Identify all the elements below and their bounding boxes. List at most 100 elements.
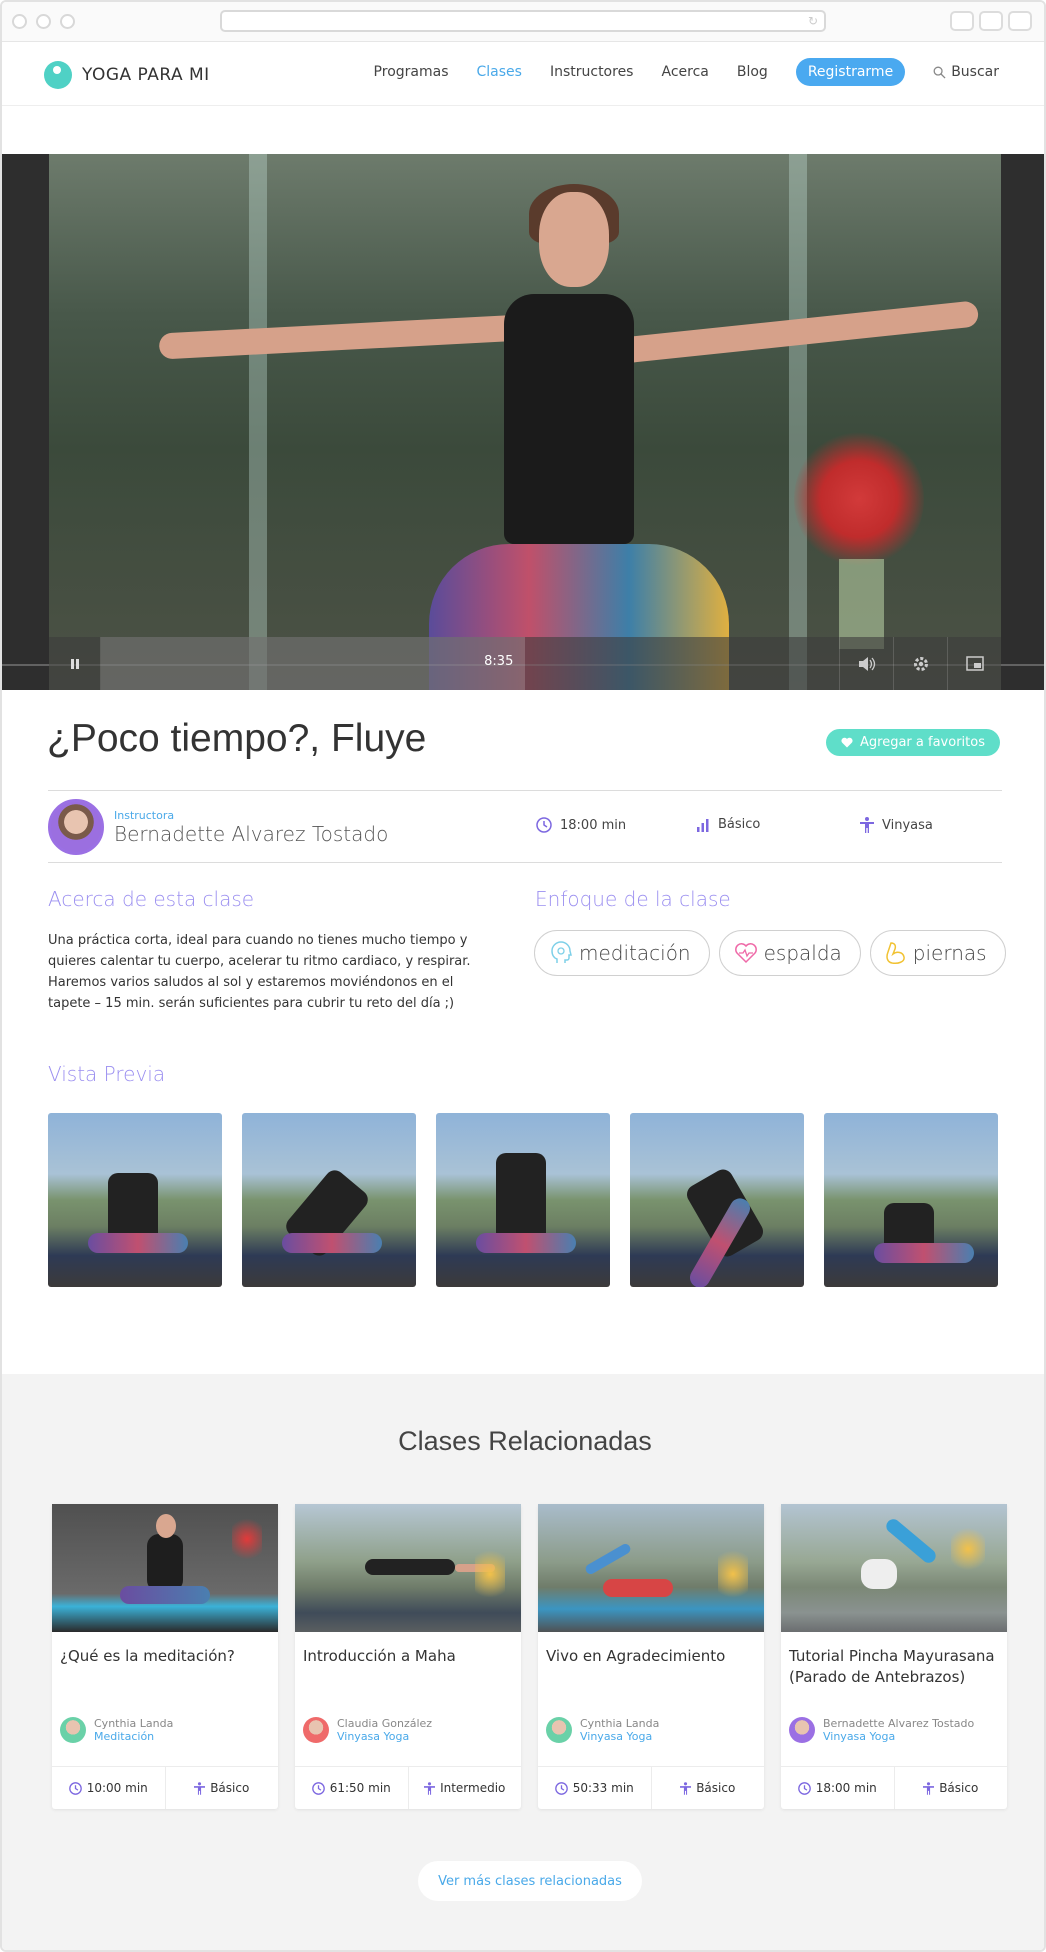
card-figure (603, 1579, 673, 1597)
card-style[interactable]: Vinyasa Yoga (580, 1730, 659, 1743)
video-time: 8:35 (484, 654, 514, 669)
video-scene (249, 154, 267, 690)
gear-icon (913, 656, 928, 671)
card-instructor-name: Cynthia Landa (94, 1717, 174, 1730)
instructor-name[interactable]: Bernadette Alvarez Tostado (114, 822, 388, 846)
add-favorite-button[interactable]: Agregar a favoritos (826, 729, 1000, 756)
register-button[interactable]: Registrarme (795, 58, 906, 86)
url-bar[interactable]: ↻ (220, 10, 826, 32)
preview-heading: Vista Previa (48, 1062, 166, 1086)
about-text: Una práctica corta, ideal para cuando no… (48, 933, 471, 1011)
related-card[interactable]: Tutorial Pincha Mayurasana (Parado de An… (781, 1504, 1007, 1809)
yoga-figure-icon (860, 817, 874, 833)
preview-thumbnail[interactable] (48, 1113, 222, 1287)
card-flowers (951, 1524, 985, 1574)
logo-icon (44, 61, 72, 89)
instructor-block[interactable]: Instructora Bernadette Alvarez Tostado (48, 799, 388, 855)
yoga-figure-icon (194, 1781, 206, 1795)
card-level-value: Básico (210, 1781, 250, 1795)
card-style[interactable]: Vinyasa Yoga (823, 1730, 974, 1743)
card-level-value: Básico (939, 1781, 979, 1795)
focus-tag-piernas[interactable]: piernas (869, 930, 1006, 976)
avatar (303, 1717, 329, 1743)
card-title[interactable]: Tutorial Pincha Mayurasana (Parado de An… (789, 1646, 999, 1688)
card-duration: 18:00 min (781, 1767, 895, 1809)
focus-heading: Enfoque de la clase (535, 887, 731, 911)
card-footer: 18:00 min Básico (781, 1766, 1007, 1809)
video-progress[interactable]: 8:35 (101, 637, 526, 690)
card-level: Intermedio (409, 1767, 522, 1809)
pause-button[interactable] (49, 637, 101, 690)
heart-pulse-icon (734, 943, 757, 964)
card-instructor: Cynthia Landa Vinyasa Yoga (546, 1717, 659, 1743)
level-bars-icon (697, 818, 709, 832)
fullscreen-icon (965, 656, 984, 671)
card-figure (147, 1534, 183, 1592)
focus-tag-meditacion[interactable]: meditación (534, 930, 710, 976)
clock-icon (554, 1781, 568, 1795)
card-image (538, 1504, 764, 1632)
card-duration: 50:33 min (538, 1767, 652, 1809)
instructor-label: Instructora (114, 808, 175, 822)
preview-thumbnail[interactable] (242, 1113, 416, 1287)
card-footer: 61:50 min Intermedio (295, 1766, 521, 1809)
card-title[interactable]: ¿Qué es la meditación? (60, 1646, 270, 1667)
card-title[interactable]: Vivo en Agradecimiento (546, 1646, 756, 1667)
related-card[interactable]: Vivo en Agradecimiento Cynthia Landa Vin… (538, 1504, 764, 1809)
card-instructor: Bernadette Alvarez Tostado Vinyasa Yoga (789, 1717, 974, 1743)
card-title[interactable]: Introducción a Maha (303, 1646, 513, 1667)
preview-thumbnail[interactable] (436, 1113, 610, 1287)
avatar (546, 1717, 572, 1743)
card-level-value: Básico (696, 1781, 736, 1795)
card-instructor-name: Claudia González (337, 1717, 433, 1730)
head-mind-icon (551, 941, 572, 963)
related-card[interactable]: Introducción a Maha Claudia González Vin… (295, 1504, 521, 1809)
card-flowers (232, 1514, 262, 1564)
browser-button[interactable] (950, 11, 974, 31)
minimize-dot[interactable] (36, 14, 51, 29)
card-style[interactable]: Meditación (94, 1730, 173, 1743)
card-image (52, 1504, 278, 1632)
avatar (789, 1717, 815, 1743)
settings-button[interactable] (893, 637, 947, 690)
add-favorite-label: Agregar a favoritos (860, 735, 985, 750)
related-title: Clases Relacionadas (398, 1426, 652, 1456)
preview-thumbnail[interactable] (824, 1113, 998, 1287)
browser-button[interactable] (979, 11, 1003, 31)
card-style[interactable]: Vinyasa Yoga (337, 1730, 432, 1743)
video-frame (49, 154, 1001, 690)
level-value: Básico (718, 817, 761, 832)
fullscreen-button[interactable] (947, 637, 1001, 690)
maximize-dot[interactable] (60, 14, 75, 29)
focus-tag-label: piernas (912, 941, 987, 965)
card-instructor: Claudia González Vinyasa Yoga (303, 1717, 432, 1743)
reload-icon[interactable]: ↻ (808, 14, 818, 28)
volume-button[interactable] (839, 637, 893, 690)
nav-item-clases[interactable]: Clases (477, 64, 522, 80)
level-meta: Básico (696, 817, 760, 832)
nav-item-blog[interactable]: Blog (737, 64, 768, 80)
clock-icon (311, 1781, 325, 1795)
more-related-button[interactable]: Ver más clases relacionadas (418, 1861, 642, 1901)
related-card[interactable]: ¿Qué es la meditación? Cynthia Landa Med… (52, 1504, 278, 1809)
avatar (60, 1717, 86, 1743)
card-figure (861, 1559, 897, 1589)
nav-item-acerca[interactable]: Acerca (661, 64, 708, 80)
video-player[interactable]: 8:35 (2, 154, 1044, 690)
search-link[interactable]: Buscar (933, 64, 999, 80)
close-dot[interactable] (12, 14, 27, 29)
focus-tag-label: espalda (763, 941, 842, 965)
card-duration: 61:50 min (295, 1767, 409, 1809)
focus-tag-espalda[interactable]: espalda (718, 930, 861, 976)
duration-meta: 18:00 min (536, 817, 626, 833)
preview-thumbnail[interactable] (630, 1113, 804, 1287)
logo[interactable]: YOGA PARA MI (44, 61, 210, 89)
nav-item-instructores[interactable]: Instructores (550, 64, 634, 80)
card-duration-value: 10:00 min (86, 1781, 148, 1795)
thumb-figure (476, 1233, 576, 1253)
card-footer: 50:33 min Básico (538, 1766, 764, 1809)
card-level-value: Intermedio (440, 1781, 506, 1795)
browser-button[interactable] (1008, 11, 1032, 31)
search-label: Buscar (951, 64, 999, 80)
nav-item-programas[interactable]: Programas (374, 64, 449, 80)
